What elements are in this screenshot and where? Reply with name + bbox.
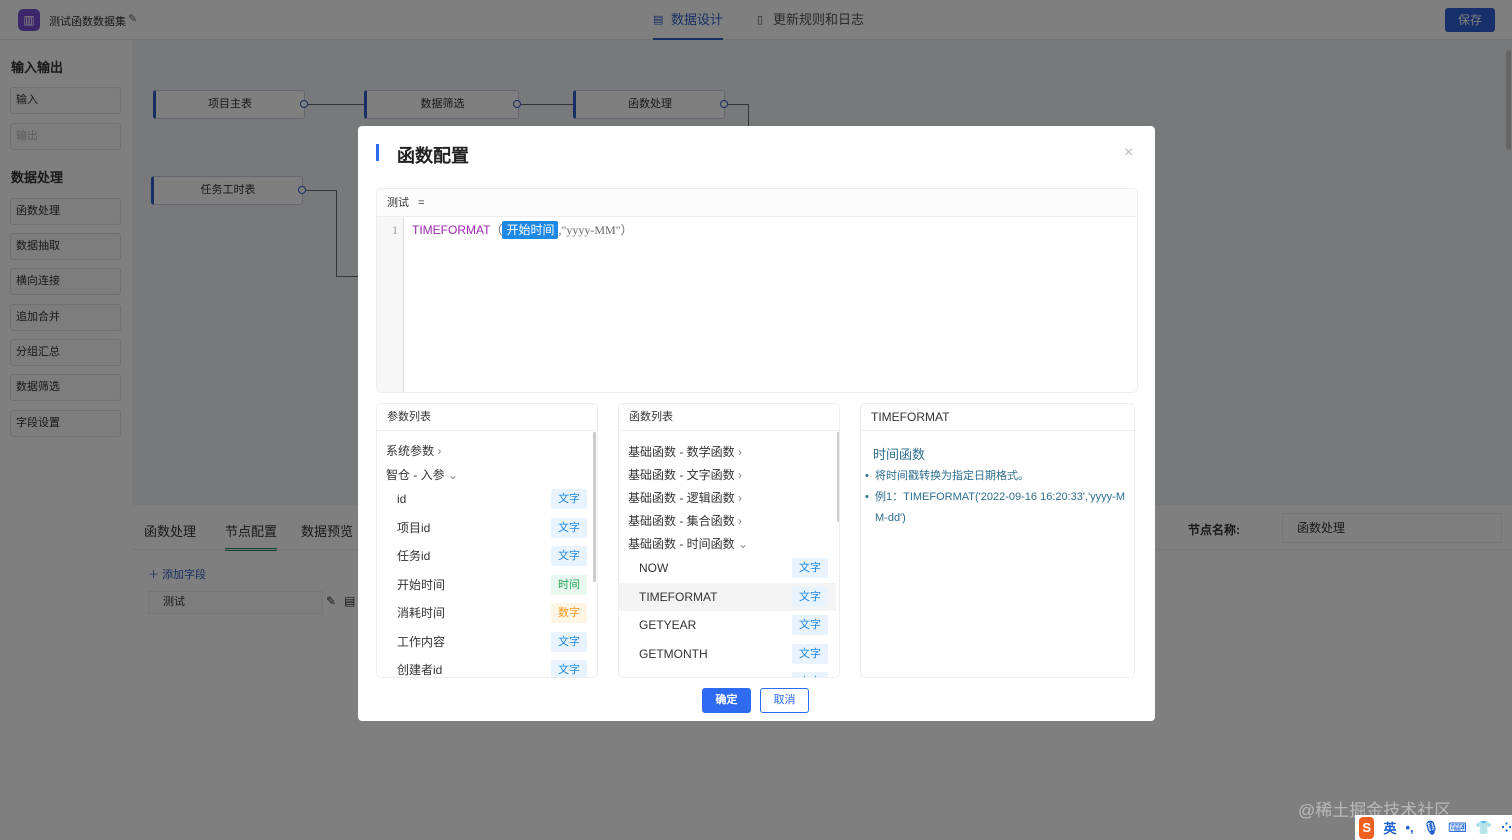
skin-icon[interactable]: 👕 bbox=[1476, 820, 1492, 836]
panel-header: 参数列表 bbox=[377, 404, 597, 431]
param-item[interactable]: id 文字 bbox=[397, 488, 587, 511]
chevron-right-icon: › bbox=[738, 514, 743, 528]
function-category: 时间函数 bbox=[873, 447, 926, 462]
scrollbar[interactable] bbox=[837, 432, 839, 522]
apps-icon[interactable]: ⁘ bbox=[1501, 820, 1512, 836]
dialog-title: 函数配置 bbox=[397, 146, 469, 166]
function-item[interactable]: GETMONTH 文字 bbox=[619, 640, 836, 668]
param-list-panel: 参数列表 系统参数 › 智仓 - 入参 ⌄ id 文字项目id 文字 任务id 文字 开始… bbox=[376, 403, 598, 678]
code-input[interactable]: TIMEFORMAT（ 开始时间 ,"yyyy-MM"） bbox=[412, 221, 1132, 391]
param-item[interactable]: 消耗时间 数字 bbox=[397, 602, 587, 625]
ime-toolbar: S 英 •, 🎙 ⌨ 👕 ⁘ bbox=[1355, 815, 1512, 840]
close-icon[interactable]: × bbox=[1124, 144, 1133, 162]
param-item[interactable]: 创建者id 文字 bbox=[397, 659, 587, 677]
param-item[interactable]: 任务id 文字 bbox=[397, 545, 587, 568]
type-tag: 文字 bbox=[551, 489, 587, 509]
param-group-system[interactable]: 系统参数 › bbox=[386, 440, 441, 463]
cancel-button[interactable]: 取消 bbox=[760, 688, 809, 713]
type-tag: 数字 bbox=[551, 603, 587, 623]
function-list-panel: 函数列表 基础函数 - 数学函数 › 基础函数 - 文字函数 › 基础函数 - 逻辑… bbox=[618, 403, 840, 678]
function-item[interactable]: TIMEFORMAT 文字 bbox=[619, 582, 836, 611]
type-tag: 时间 bbox=[551, 574, 587, 595]
function-group[interactable]: 基础函数 - 文字函数 › bbox=[628, 464, 742, 487]
type-tag: 文字 bbox=[792, 643, 828, 664]
param-item[interactable]: 开始时间 时间 bbox=[397, 574, 587, 597]
ime-lang[interactable]: 英 bbox=[1383, 818, 1396, 837]
chevron-right-icon: › bbox=[738, 468, 743, 482]
ime-punct[interactable]: •, bbox=[1405, 820, 1413, 835]
function-item[interactable]: NOW 文字 bbox=[619, 554, 836, 582]
param-chip[interactable]: 开始时间 bbox=[502, 221, 559, 239]
type-tag: 文字 bbox=[792, 586, 828, 607]
panel-header: 函数列表 bbox=[619, 404, 839, 431]
scrollbar[interactable] bbox=[593, 432, 596, 582]
panel-header: TIMEFORMAT bbox=[861, 404, 1134, 431]
chevron-down-icon: ⌄ bbox=[448, 468, 459, 482]
function-config-dialog: 函数配置 × 测试 = 1 TIMEFORMAT（ 开始时间 ,"yyyy-MM"）… bbox=[358, 126, 1155, 721]
type-tag: 文字 bbox=[792, 672, 828, 677]
line-number: 1 bbox=[377, 217, 404, 392]
function-item[interactable]: GETDATE文字 bbox=[619, 668, 836, 677]
title-accent bbox=[376, 144, 379, 161]
chevron-right-icon: › bbox=[437, 444, 442, 458]
param-item[interactable]: 工作内容 文字 bbox=[397, 631, 587, 654]
type-tag: 文字 bbox=[792, 558, 828, 578]
formula-editor: 测试 = 1 TIMEFORMAT（ 开始时间 ,"yyyy-MM"） bbox=[376, 188, 1138, 393]
function-group[interactable]: 基础函数 - 逻辑函数 › bbox=[628, 487, 742, 510]
param-group-input[interactable]: 智仓 - 入参 ⌄ bbox=[386, 464, 458, 487]
type-tag: 文字 bbox=[792, 615, 828, 635]
sogou-logo-icon: S bbox=[1359, 816, 1375, 839]
description-list: • 将时间戳转换为指定日期格式。 • 例1：TIMEFORMAT('2022-09-… bbox=[865, 470, 1126, 524]
function-item[interactable]: GETYEAR 文字 bbox=[619, 611, 836, 639]
chevron-right-icon: › bbox=[738, 491, 743, 505]
keyboard-icon[interactable]: ⌨ bbox=[1448, 820, 1467, 836]
type-tag: 文字 bbox=[551, 660, 587, 677]
formula-header: 测试 = bbox=[377, 189, 1137, 217]
param-item[interactable]: 项目id 文字 bbox=[397, 517, 587, 540]
microphone-icon[interactable]: 🎙 bbox=[1423, 820, 1440, 836]
confirm-button[interactable]: 确定 bbox=[702, 688, 751, 713]
function-description-panel: TIMEFORMAT 时间函数 • 将时间戳转换为指定日期格式。 • 例1：TIME… bbox=[860, 403, 1135, 678]
chevron-down-icon: ⌄ bbox=[738, 537, 749, 551]
type-tag: 文字 bbox=[551, 546, 587, 566]
type-tag: 文字 bbox=[551, 631, 587, 652]
function-group[interactable]: 基础函数 - 集合函数 › bbox=[628, 510, 742, 533]
function-group[interactable]: 基础函数 - 数学函数 › bbox=[628, 441, 742, 464]
function-group[interactable]: 基础函数 - 时间函数 ⌄ bbox=[628, 533, 748, 556]
type-tag: 文字 bbox=[551, 517, 587, 538]
chevron-right-icon: › bbox=[738, 445, 743, 459]
